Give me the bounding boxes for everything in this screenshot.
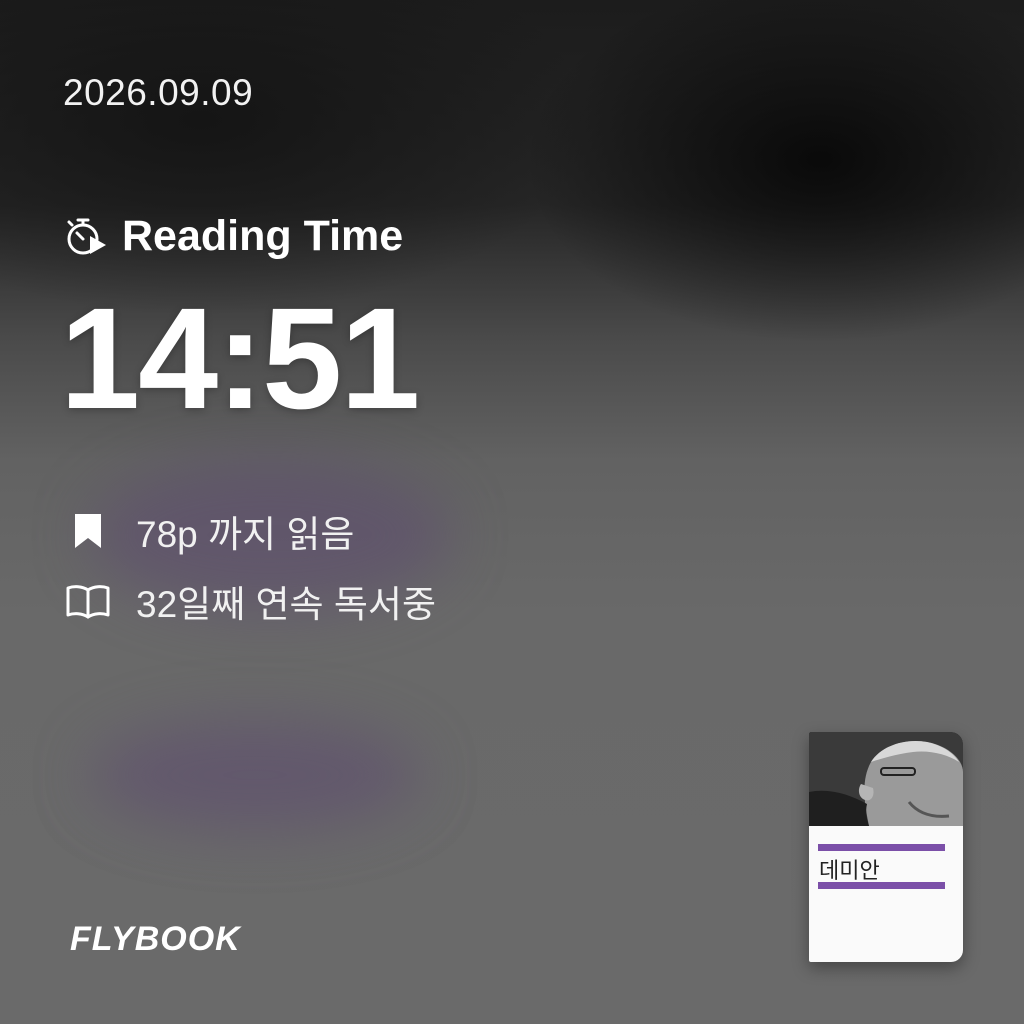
book-cover: 데미안: [809, 732, 963, 962]
reading-time-header: Reading Time: [64, 212, 403, 261]
cover-accent-bar: [818, 844, 945, 851]
flybook-logo: FLYBOOK: [70, 920, 241, 958]
reading-time-label: Reading Time: [122, 212, 404, 260]
reading-streak-text: 32일째 연속 독서중: [136, 584, 436, 625]
reading-time-value: 14:51: [60, 278, 420, 439]
cover-accent-bar: [818, 882, 945, 889]
stopwatch-play-icon: [64, 214, 110, 260]
pages-read-row: 78p 까지 읽음: [64, 504, 354, 558]
open-book-icon: [64, 583, 112, 619]
background-blur-blob: [90, 720, 420, 830]
date-label: 2026.09.09: [63, 72, 254, 113]
book-title: 데미안: [819, 859, 880, 884]
pages-read-text: 78p 까지 읽음: [136, 514, 355, 555]
reading-streak-row: 32일째 연속 독서중: [64, 574, 436, 628]
author-portrait-image: [809, 732, 963, 826]
bookmark-icon: [64, 512, 112, 550]
